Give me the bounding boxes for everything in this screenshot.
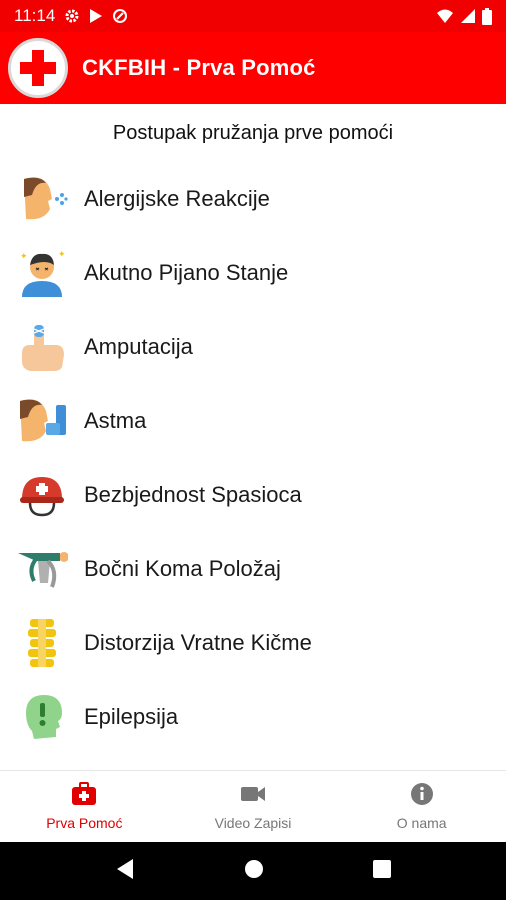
tab-label: O nama: [396, 815, 447, 831]
item-label: Bezbjednost Spasioca: [84, 482, 302, 507]
item-label: Distorzija Vratne Kičme: [84, 630, 312, 655]
item-label: Alergijske Reakcije: [84, 186, 270, 211]
status-time: 11:14: [14, 6, 56, 25]
item-label: Akutno Pijano Stanje: [84, 260, 289, 285]
section-title: Postupak pružanja prve pomoći: [112, 122, 394, 144]
partial-item-icon: [14, 763, 70, 770]
play-store-icon: [89, 8, 103, 24]
bandaged-finger-icon: [14, 319, 70, 375]
topic-list[interactable]: Postupak pružanja prve pomoći Alergijske…: [0, 104, 506, 770]
info-icon: [410, 782, 434, 809]
tab-label: Video Zapisi: [214, 815, 292, 831]
gear-icon: [64, 8, 80, 24]
list-item-astma[interactable]: Astma: [0, 384, 506, 458]
list-item-bocni-koma-polozaj[interactable]: Bočni Koma Položaj: [0, 532, 506, 606]
item-label: Epilepsija: [84, 704, 179, 729]
item-label: Amputacija: [84, 334, 193, 359]
tab-label: Prva Pomoć: [46, 815, 123, 831]
video-camera-icon: [240, 782, 266, 809]
home-icon[interactable]: [244, 859, 264, 884]
list-item-epilepsija[interactable]: Epilepsija: [0, 680, 506, 754]
data-saver-icon: [112, 8, 128, 24]
tab-video-zapisi[interactable]: Video Zapisi: [169, 771, 338, 842]
svg-text:✦: ✦: [20, 251, 28, 261]
battery-icon: [482, 7, 492, 25]
wifi-icon: [436, 8, 454, 24]
item-label: Bočni Koma Položaj: [84, 556, 281, 581]
list-item-amputacija[interactable]: Amputacija: [0, 310, 506, 384]
sneezing-face-icon: [14, 171, 70, 227]
rescue-helmet-icon: [14, 467, 70, 523]
app-bar: CKFBIH - Prva Pomoć: [0, 32, 506, 104]
first-aid-kit-icon: [71, 782, 97, 809]
recovery-position-icon: [14, 541, 70, 597]
head-alert-icon: [14, 689, 70, 745]
tab-o-nama[interactable]: O nama: [337, 771, 506, 842]
system-navigation-bar: [0, 842, 506, 900]
inhaler-icon: [14, 393, 70, 449]
bottom-navigation: Prva Pomoć Video Zapisi O nama: [0, 770, 506, 842]
list-item-distorzija-vratne-kicme[interactable]: Distorzija Vratne Kičme: [0, 606, 506, 680]
back-icon[interactable]: [115, 858, 135, 885]
tab-prva-pomoc[interactable]: Prva Pomoć: [0, 771, 169, 842]
recents-icon[interactable]: [373, 859, 392, 883]
dizzy-person-icon: ✦ ✦: [14, 245, 70, 301]
list-item-alergijske-reakcije[interactable]: Alergijske Reakcije: [0, 162, 506, 236]
status-bar: 11:14: [0, 0, 506, 32]
list-item-partial[interactable]: [0, 754, 506, 770]
app-title: CKFBIH - Prva Pomoć: [82, 55, 316, 80]
list-item-akutno-pijano-stanje[interactable]: ✦ ✦ Akutno Pijano Stanje: [0, 236, 506, 310]
svg-text:✦: ✦: [58, 249, 66, 259]
list-item-bezbjednost-spasioca[interactable]: Bezbjednost Spasioca: [0, 458, 506, 532]
item-label: Astma: [84, 408, 147, 433]
signal-icon: [460, 8, 476, 24]
spine-icon: [14, 615, 70, 671]
red-cross-logo: [8, 38, 68, 98]
